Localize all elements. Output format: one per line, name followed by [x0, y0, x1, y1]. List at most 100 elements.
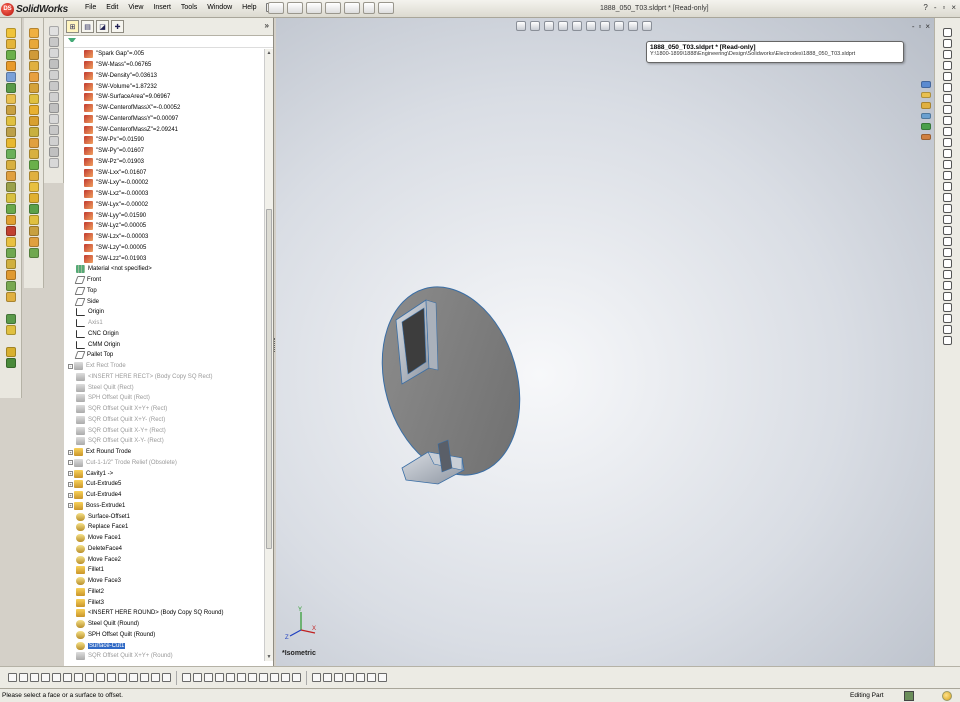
simulation-icon[interactable]	[270, 673, 279, 682]
custom-properties-icon[interactable]	[921, 133, 931, 140]
tree-item[interactable]: "SW-Lyz"=0.00005	[64, 221, 264, 232]
costing-icon[interactable]	[259, 673, 268, 682]
replace-face-icon[interactable]	[28, 193, 39, 203]
move-copy-icon[interactable]	[5, 237, 16, 247]
feature-manager-tab-icon[interactable]: ⊞	[66, 20, 79, 33]
quick-tips-icon[interactable]	[942, 691, 952, 701]
rib-icon[interactable]	[5, 127, 16, 137]
offset-icon[interactable]	[943, 215, 952, 224]
radiate-surface-icon[interactable]	[28, 226, 39, 236]
tree-item[interactable]: "SW-Py"=0.01607	[64, 146, 264, 157]
tree-item[interactable]: Fillet2	[64, 587, 264, 598]
dome-icon[interactable]	[5, 193, 16, 203]
zebra-icon[interactable]	[96, 673, 105, 682]
cavity-icon[interactable]	[48, 158, 59, 168]
swept-surface-icon[interactable]	[28, 50, 39, 60]
swept-boss-icon[interactable]	[5, 50, 16, 60]
tree-item[interactable]: Axis1	[64, 318, 264, 329]
text-icon[interactable]	[943, 160, 952, 169]
ruled-mold-icon[interactable]	[48, 147, 59, 157]
resources-icon[interactable]	[921, 81, 931, 88]
extruded-cut-icon[interactable]	[5, 72, 16, 82]
tree-item[interactable]: SPH Offset Quilt (Round)	[64, 630, 264, 641]
fillet-sketch-icon[interactable]	[943, 138, 952, 147]
menu-tools[interactable]: Tools	[176, 3, 202, 12]
cut-with-surface-icon[interactable]	[28, 204, 39, 214]
menu-help[interactable]: Help	[237, 3, 261, 12]
exit-sketch-icon[interactable]	[943, 325, 952, 334]
trim-surface-icon[interactable]	[28, 138, 39, 148]
tree-item[interactable]: Pallet Top	[64, 350, 264, 361]
lofted-surface-icon[interactable]	[28, 61, 39, 71]
tree-item[interactable]: SQR Offset Quilt X+Y+ (Round)	[64, 651, 264, 661]
scrollbar-thumb[interactable]	[266, 209, 272, 549]
shut-off-surface-icon[interactable]	[48, 37, 59, 47]
sketch-picture-icon[interactable]	[943, 303, 952, 312]
tree-item[interactable]: Surface-Cut1	[64, 640, 264, 651]
tree-item[interactable]: Steel Quilt (Rect)	[64, 382, 264, 393]
smart-dimension-2-icon[interactable]	[5, 358, 16, 368]
revolved-cut-icon[interactable]	[5, 83, 16, 93]
ruled-surface-icon[interactable]	[28, 116, 39, 126]
circular-pattern-icon[interactable]	[5, 171, 16, 181]
import-diag-icon[interactable]	[204, 673, 213, 682]
tree-item[interactable]: Surface-Offset1	[64, 511, 264, 522]
close-icon[interactable]: ×	[951, 3, 956, 12]
thickness-icon[interactable]	[129, 673, 138, 682]
centerline-icon[interactable]	[943, 182, 952, 191]
curvature-icon[interactable]	[85, 673, 94, 682]
scroll-down-icon[interactable]: ▼	[266, 654, 272, 660]
deviation-icon[interactable]	[140, 673, 149, 682]
expand-icon[interactable]: +	[68, 471, 73, 477]
move-entities-icon[interactable]	[943, 248, 952, 257]
undercut-icon[interactable]	[118, 673, 127, 682]
parting-surface-icon[interactable]	[48, 48, 59, 58]
draft-analysis-icon[interactable]	[48, 81, 59, 91]
tree-item[interactable]: "SW-Density"=0.03613	[64, 71, 264, 82]
tree-item[interactable]: "SW-Lyy"=0.01590	[64, 210, 264, 221]
tree-item[interactable]: "SW-Lzx"=-0.00003	[64, 232, 264, 243]
appearances-icon[interactable]	[921, 123, 931, 130]
repair-sketch-icon[interactable]	[943, 270, 952, 279]
photoview-icon[interactable]	[345, 673, 354, 682]
tree-item[interactable]: Move Face1	[64, 533, 264, 544]
trim-icon[interactable]	[943, 193, 952, 202]
lofted-boss-icon[interactable]	[5, 61, 16, 71]
tree-item[interactable]: Steel Quilt (Round)	[64, 619, 264, 630]
dimxpert-manager-tab-icon[interactable]: ✚	[111, 20, 124, 33]
thicken-icon[interactable]	[28, 171, 39, 181]
draft-icon[interactable]	[5, 138, 16, 148]
tree-item[interactable]: + Ext Rect Trode	[64, 361, 264, 372]
flow-icon[interactable]	[292, 673, 301, 682]
tree-item[interactable]: "SW-Lyx"=-0.00002	[64, 200, 264, 211]
tree-item[interactable]: SQR Offset Quilt X-Y+ (Rect)	[64, 425, 264, 436]
tree-item[interactable]: + Ext Round Trode	[64, 447, 264, 458]
tree-item[interactable]: Move Face3	[64, 576, 264, 587]
select-icon[interactable]	[8, 673, 17, 682]
interference-icon[interactable]	[151, 673, 160, 682]
configuration-manager-tab-icon[interactable]: ◪	[96, 20, 109, 33]
tree-item[interactable]: "SW-Px"=0.01590	[64, 135, 264, 146]
menu-file[interactable]: File	[80, 3, 101, 12]
design-library-icon[interactable]	[921, 91, 931, 98]
line-icon[interactable]	[943, 50, 952, 59]
shell-mold-icon[interactable]	[48, 125, 59, 135]
tree-item[interactable]: SQR Offset Quilt X-Y- (Rect)	[64, 436, 264, 447]
property-manager-tab-icon[interactable]: ▤	[81, 20, 94, 33]
parting-line-icon[interactable]	[48, 26, 59, 36]
tree-item[interactable]: "SW-Lxx"=0.01607	[64, 167, 264, 178]
tree-item[interactable]: "SW-CenterofMassZ"=2.09241	[64, 124, 264, 135]
symmetry-icon[interactable]	[226, 673, 235, 682]
tree-item[interactable]: + Cut-Extrude4	[64, 490, 264, 501]
clearance-icon[interactable]	[162, 673, 171, 682]
tree-item[interactable]: <INSERT HERE RECT> (Body Copy SQ Rect)	[64, 372, 264, 383]
geometry-analysis-icon[interactable]	[215, 673, 224, 682]
tree-item[interactable]: "SW-Lxz"=-0.00003	[64, 189, 264, 200]
circuitworks-icon[interactable]	[378, 673, 387, 682]
arc-icon[interactable]	[943, 94, 952, 103]
mirror-icon[interactable]	[5, 182, 16, 192]
curves-icon[interactable]	[5, 292, 16, 302]
expand-icon[interactable]: +	[68, 481, 73, 487]
zoom-icon[interactable]	[19, 673, 28, 682]
ellipse-icon[interactable]	[943, 127, 952, 136]
